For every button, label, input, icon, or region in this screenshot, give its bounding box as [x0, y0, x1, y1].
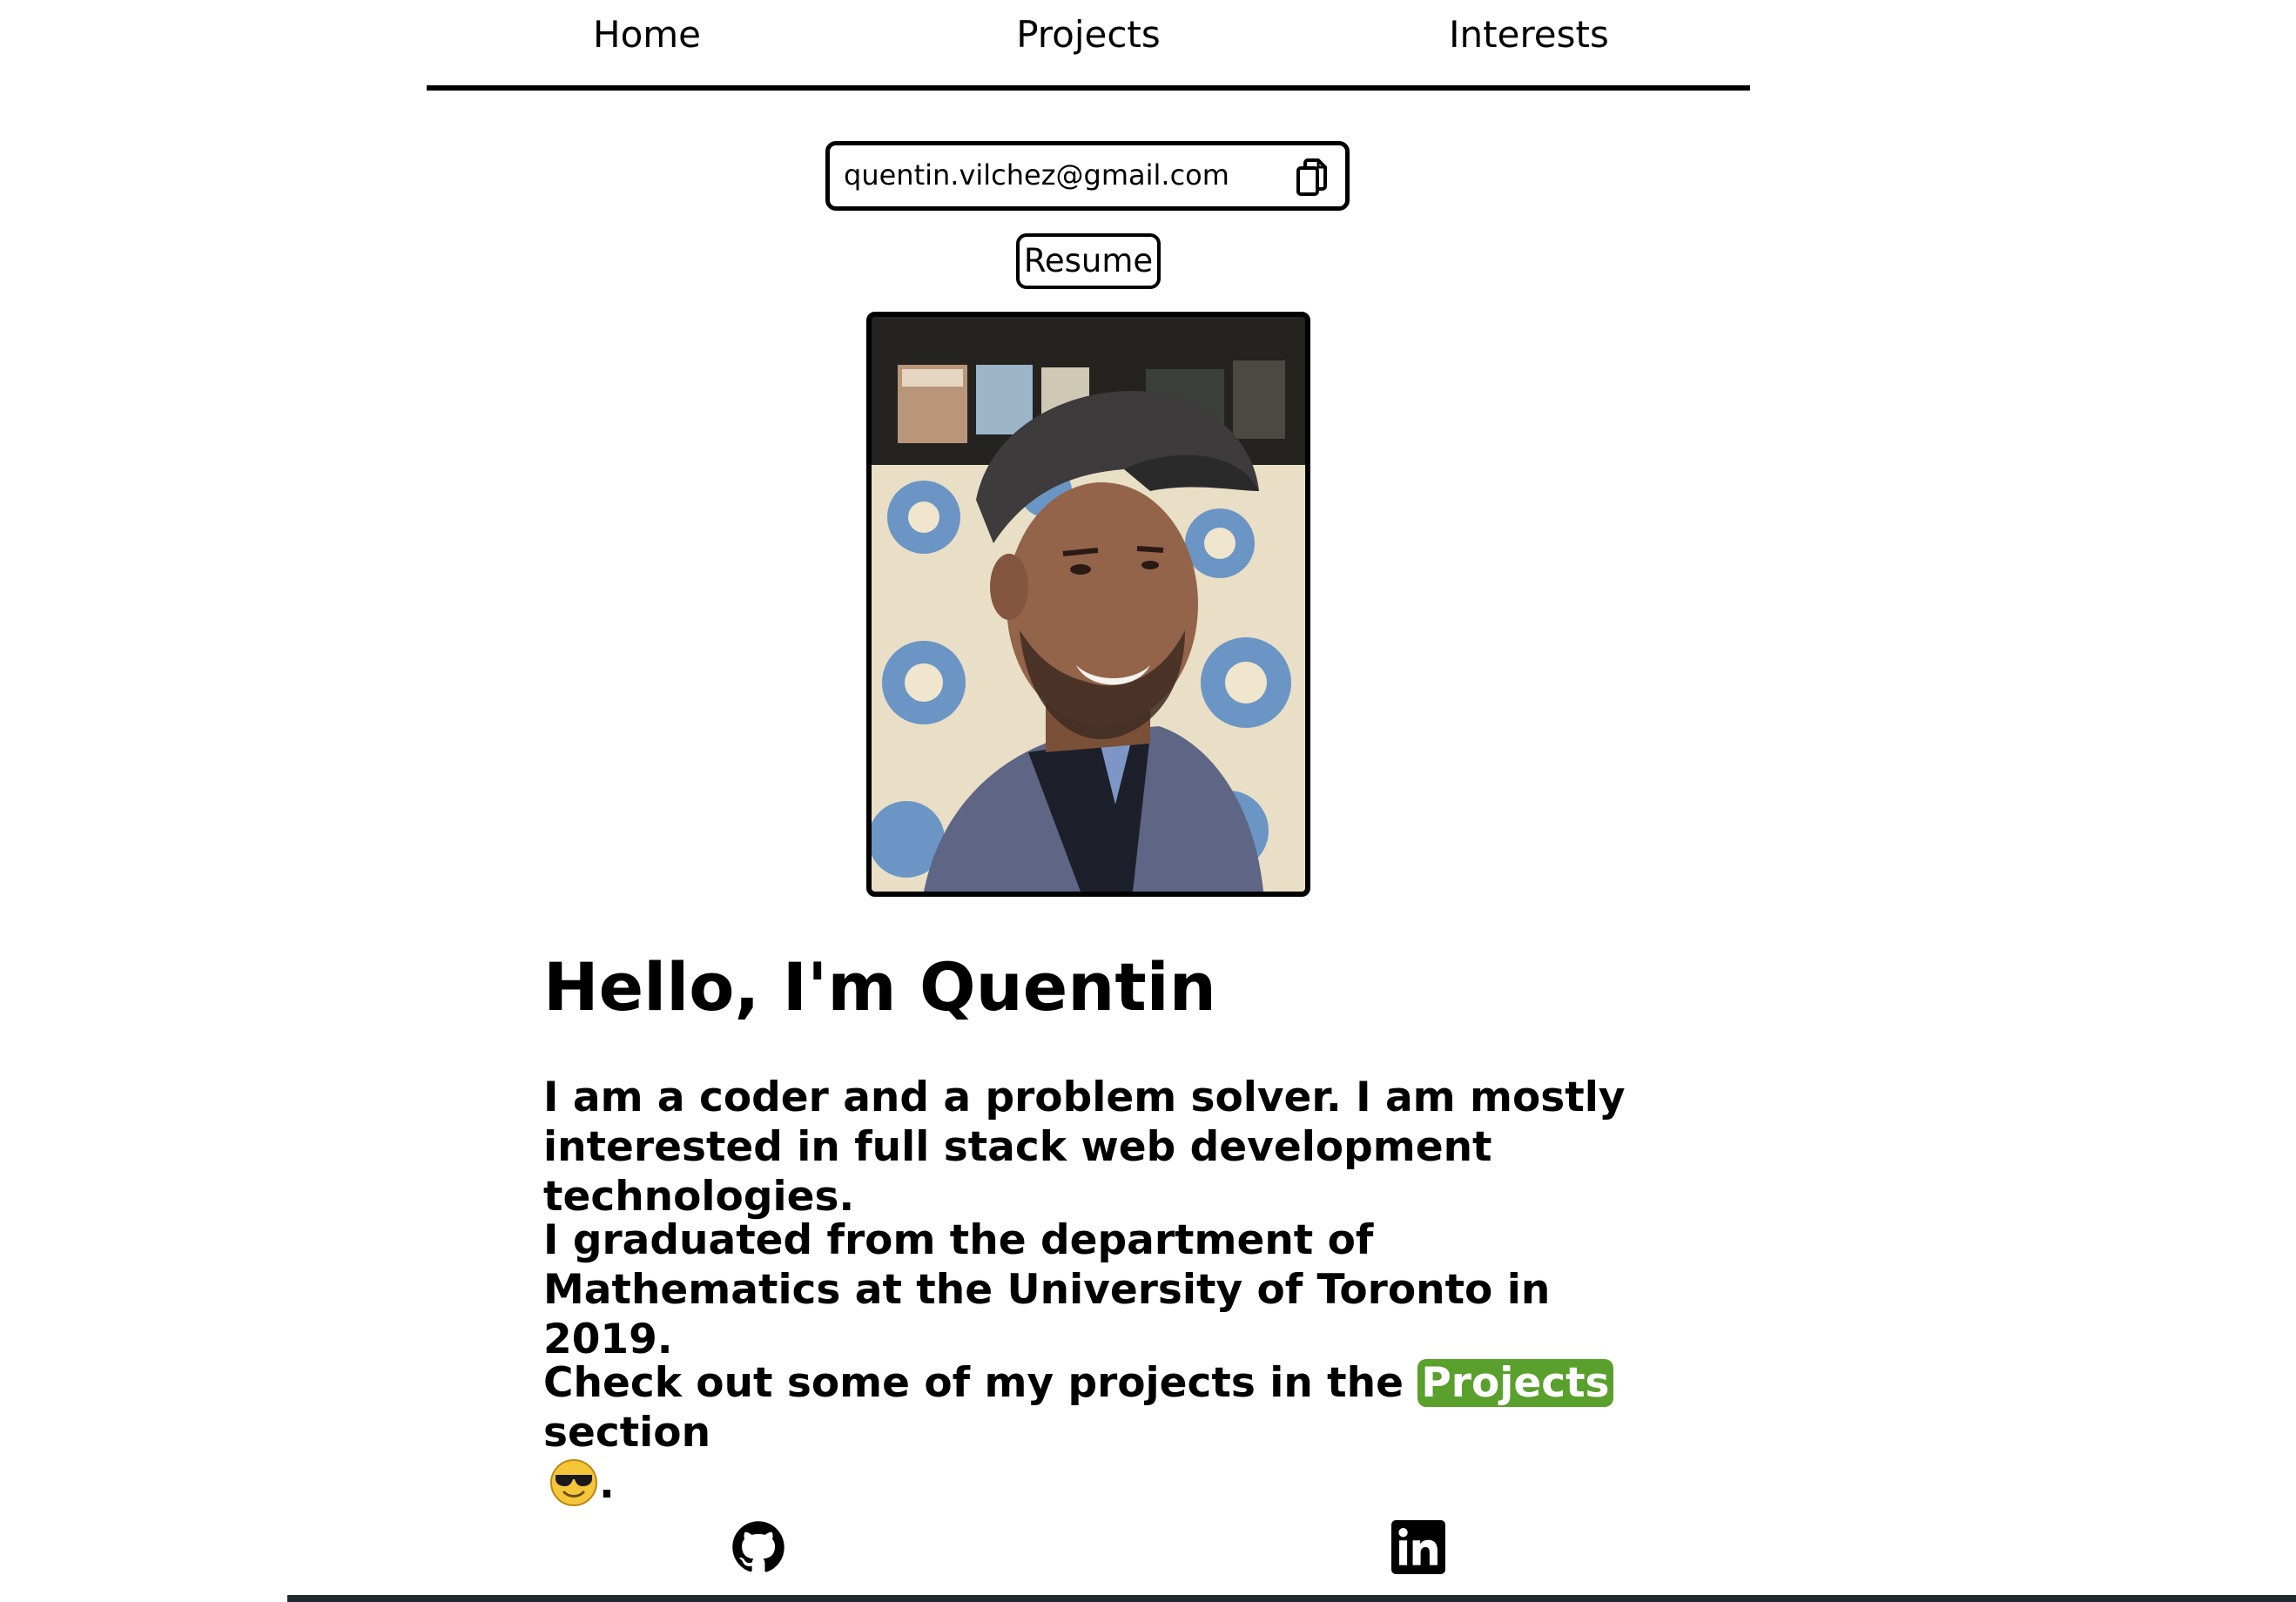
profile-photo-illustration — [872, 317, 1305, 892]
p3-text-end: . — [599, 1460, 615, 1508]
nav-projects-link[interactable]: Projects — [1016, 9, 1161, 61]
p3-text-before: Check out some of my projects in the — [543, 1359, 1418, 1407]
resume-button[interactable]: Resume — [1016, 233, 1161, 289]
p3-text-after: section — [543, 1409, 711, 1457]
email-text: quentin.vilchez@gmail.com — [844, 158, 1229, 192]
sunglasses-emoji-icon — [550, 1459, 597, 1506]
intro-paragraph-1: I am a coder and a problem solver. I am … — [543, 1074, 1626, 1221]
bottom-scrollbar — [287, 1595, 2296, 1602]
nav-home-link[interactable]: Home — [593, 9, 701, 61]
page-title: Hello, I'm Quentin — [543, 948, 1216, 1026]
projects-link[interactable]: Projects — [1417, 1359, 1613, 1407]
profile-photo — [866, 312, 1310, 897]
nav-interests-link[interactable]: Interests — [1449, 9, 1609, 61]
intro-paragraph-3: Check out some of my projects in the Pro… — [543, 1358, 1675, 1509]
intro-paragraph-2: I graduated from the department of Mathe… — [543, 1216, 1551, 1363]
github-icon[interactable] — [731, 1520, 785, 1574]
copy-icon[interactable] — [1295, 158, 1330, 198]
top-nav: Home Projects Interests — [427, 0, 1750, 91]
page: Home Projects Interests quentin.vilchez@… — [0, 0, 2296, 1602]
linkedin-icon[interactable] — [1391, 1520, 1445, 1574]
email-field[interactable]: quentin.vilchez@gmail.com — [825, 141, 1350, 211]
